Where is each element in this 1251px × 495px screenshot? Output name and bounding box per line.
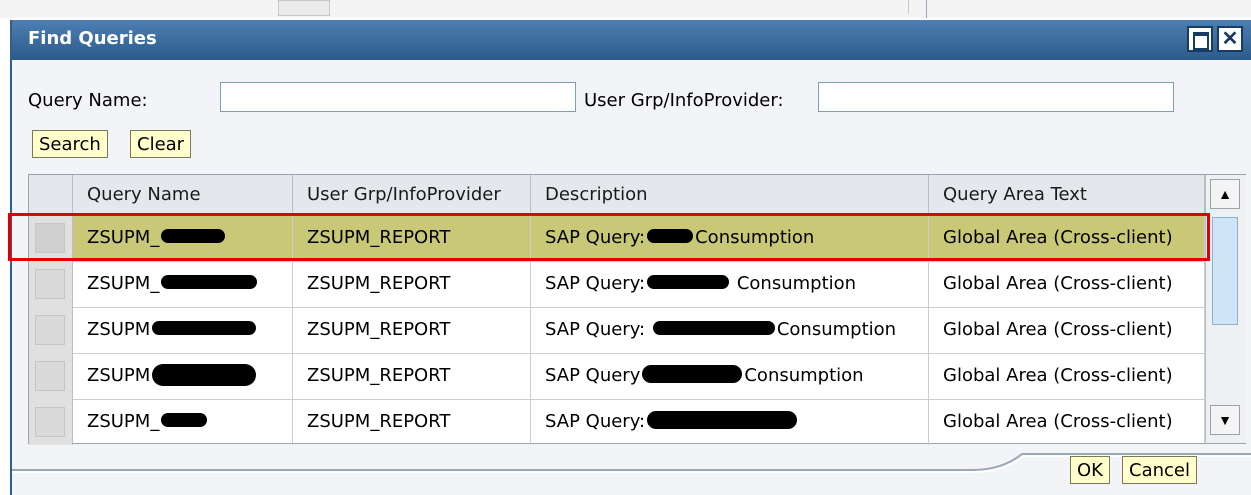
description-suffix: Consumption [695, 227, 815, 248]
dialog-title-bar[interactable]: Find Queries ✕ [12, 20, 1251, 60]
redaction-mark [161, 413, 208, 427]
description-prefix: SAP Query [545, 365, 641, 386]
redaction-mark [647, 229, 694, 243]
footer-divider [12, 453, 1251, 473]
ok-button[interactable]: OK [1070, 456, 1110, 484]
description-suffix: Consumption [776, 319, 897, 340]
redaction-mark [161, 229, 226, 243]
background-cell [278, 0, 330, 16]
column-header-query-name[interactable]: Query Name [73, 175, 293, 215]
cell-query-name[interactable]: ZSUPM [73, 353, 293, 399]
cell-query-area[interactable]: Global Area (Cross-client) [929, 353, 1205, 399]
cell-description[interactable]: SAP Query Consumption [531, 353, 929, 399]
cell-query-area[interactable]: Global Area (Cross-client) [929, 399, 1205, 445]
background-app [0, 0, 1251, 18]
cell-query-name[interactable]: ZSUPM [73, 307, 293, 353]
maximize-icon[interactable] [1187, 26, 1213, 52]
table-row[interactable]: ZSUPM ZSUPM_REPORT SAP Query Consumption … [29, 353, 1205, 400]
column-header-query-area[interactable]: Query Area Text [929, 175, 1205, 215]
cell-user-grp[interactable]: ZSUPM_REPORT [293, 307, 531, 353]
scroll-down-icon[interactable]: ▼ [1210, 405, 1240, 435]
query-name-label: Query Name: [28, 90, 148, 111]
redaction-mark [642, 365, 743, 383]
clear-button[interactable]: Clear [130, 130, 192, 158]
cell-user-grp[interactable]: ZSUPM_REPORT [293, 353, 531, 399]
description-prefix: SAP Query: [545, 411, 646, 432]
row-selector[interactable] [29, 215, 73, 261]
find-queries-dialog: Find Queries ✕ Query Name: User Grp/Info… [10, 20, 1251, 495]
cell-user-grp[interactable]: ZSUPM_REPORT [293, 215, 531, 261]
table-row[interactable]: ZSUPM ZSUPM_REPORT SAP Query: Consumptio… [29, 307, 1205, 354]
description-prefix: SAP Query: [545, 273, 646, 294]
table-row[interactable]: ZSUPM_ ZSUPM_REPORT SAP Query: Global Ar… [29, 399, 1205, 445]
background-divider [908, 0, 909, 14]
query-name-text: ZSUPM [87, 365, 151, 386]
table-scrollbar[interactable]: ▲ ▼ [1205, 175, 1246, 443]
redaction-mark [647, 275, 730, 289]
redaction-mark [161, 275, 258, 289]
row-selector[interactable] [29, 353, 73, 399]
cell-query-name[interactable]: ZSUPM_ [73, 215, 293, 261]
redaction-mark [647, 411, 798, 429]
table-header: Query Name User Grp/InfoProvider Descrip… [29, 175, 1205, 216]
description-prefix: SAP Query: [545, 227, 646, 248]
column-header-user-grp[interactable]: User Grp/InfoProvider [293, 175, 531, 215]
search-button[interactable]: Search [32, 130, 108, 158]
column-header-description[interactable]: Description [531, 175, 929, 215]
query-name-text: ZSUPM_ [87, 411, 160, 432]
header-select-cell[interactable] [29, 175, 73, 215]
cell-query-area[interactable]: Global Area (Cross-client) [929, 307, 1205, 353]
results-table: Query Name User Grp/InfoProvider Descrip… [28, 174, 1246, 445]
table-row[interactable]: ZSUPM_ ZSUPM_REPORT SAP Query: Consumpti… [29, 261, 1205, 308]
description-suffix: Consumption [736, 273, 857, 294]
description-suffix: Consumption [744, 365, 864, 386]
user-grp-label: User Grp/InfoProvider: [584, 90, 784, 111]
cell-query-name[interactable]: ZSUPM_ [73, 399, 293, 445]
user-grp-input[interactable] [818, 82, 1174, 112]
redaction-mark [152, 364, 257, 386]
cell-query-name[interactable]: ZSUPM_ [73, 261, 293, 307]
cell-description[interactable]: SAP Query: Consumption [531, 261, 929, 307]
description-prefix: SAP Query: [545, 319, 646, 340]
background-divider [926, 0, 927, 18]
row-selector[interactable] [29, 307, 73, 353]
cell-description[interactable]: SAP Query: Consumption [531, 215, 929, 261]
row-selector[interactable] [29, 261, 73, 307]
dialog-title: Find Queries [28, 28, 157, 49]
query-name-text: ZSUPM [87, 319, 151, 340]
query-name-text: ZSUPM_ [87, 273, 160, 294]
query-name-input[interactable] [220, 82, 576, 112]
cell-query-area[interactable]: Global Area (Cross-client) [929, 261, 1205, 307]
table-row[interactable]: ZSUPM_ ZSUPM_REPORT SAP Query: Consumptio… [29, 215, 1205, 262]
scroll-up-icon[interactable]: ▲ [1210, 179, 1240, 209]
cancel-button[interactable]: Cancel [1122, 456, 1197, 484]
redaction-mark [152, 321, 257, 335]
redaction-mark [652, 321, 775, 335]
scroll-thumb[interactable] [1212, 217, 1238, 325]
cell-user-grp[interactable]: ZSUPM_REPORT [293, 261, 531, 307]
cell-description[interactable]: SAP Query: [531, 399, 929, 445]
query-name-text: ZSUPM_ [87, 227, 160, 248]
cell-user-grp[interactable]: ZSUPM_REPORT [293, 399, 531, 445]
cell-query-area[interactable]: Global Area (Cross-client) [929, 215, 1205, 261]
cell-description[interactable]: SAP Query: Consumption [531, 307, 929, 353]
row-selector[interactable] [29, 399, 73, 445]
close-icon[interactable]: ✕ [1217, 26, 1243, 52]
